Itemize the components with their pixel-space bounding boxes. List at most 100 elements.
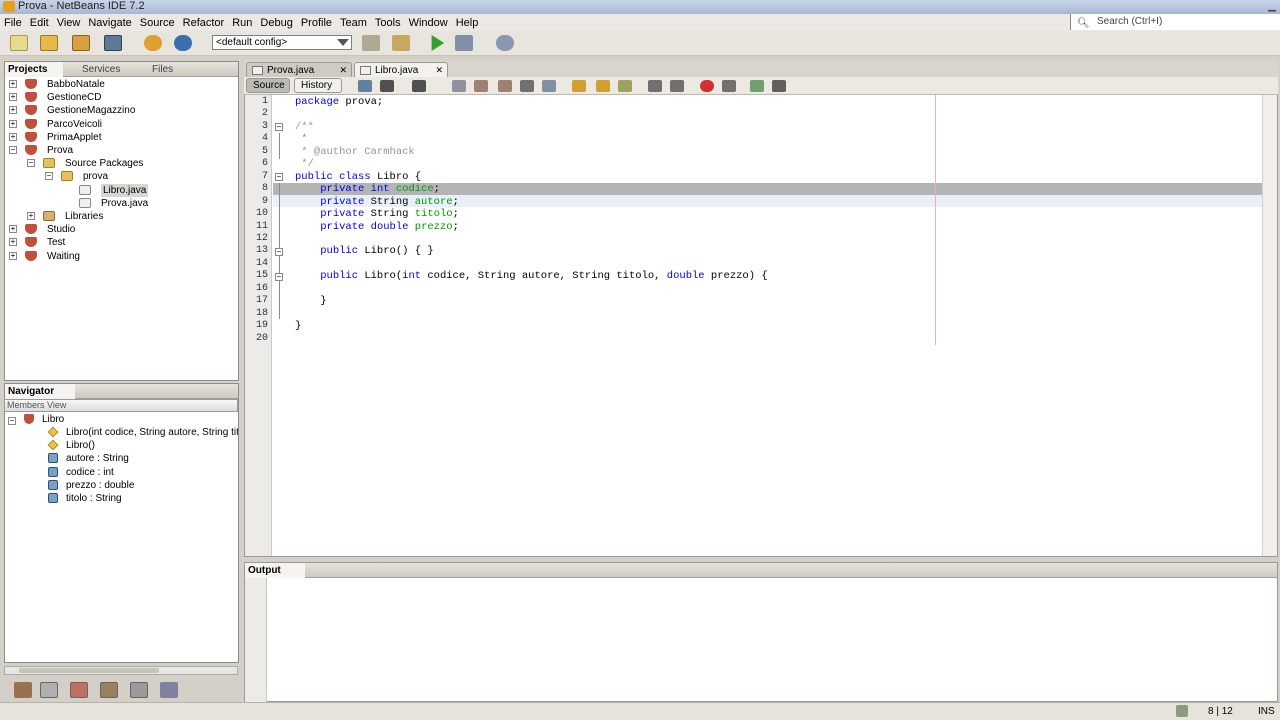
tree-item[interactable]: − Prova: [5, 144, 235, 157]
redo-icon[interactable]: [174, 35, 192, 51]
tree-item[interactable]: + BabboNatale: [5, 78, 235, 91]
members-view-select[interactable]: Members View: [4, 399, 238, 412]
prev-bookmark-icon[interactable]: [572, 80, 586, 92]
shift-right-icon[interactable]: [670, 80, 684, 92]
back-icon[interactable]: [380, 80, 394, 92]
expand-icon[interactable]: +: [9, 225, 17, 234]
shift-left-icon[interactable]: [648, 80, 662, 92]
navigator-root-class[interactable]: Libro: [4, 413, 238, 426]
menu-profile[interactable]: Profile: [301, 17, 332, 29]
tab-files[interactable]: Files: [149, 62, 201, 77]
navigator-member[interactable]: autore : String: [4, 452, 238, 465]
sort-icon[interactable]: [160, 682, 178, 698]
tab-projects[interactable]: Projects: [5, 62, 63, 77]
menu-window[interactable]: Window: [409, 17, 448, 29]
close-icon[interactable]: ✕: [339, 63, 347, 78]
notification-icon[interactable]: [1176, 705, 1188, 717]
build-icon[interactable]: [362, 35, 380, 51]
show-inherited-icon[interactable]: [130, 682, 148, 698]
tree-item[interactable]: + Waiting: [5, 250, 235, 263]
menu-refactor[interactable]: Refactor: [183, 17, 225, 29]
menu-navigate[interactable]: Navigate: [88, 17, 131, 29]
new-file-icon[interactable]: [10, 35, 28, 51]
tab-output[interactable]: Output: [245, 563, 305, 578]
navigator-horizontal-scrollbar[interactable]: [4, 666, 238, 675]
minimize-icon[interactable]: ▁: [1268, 0, 1276, 13]
show-static-icon[interactable]: [70, 682, 88, 698]
navigator-member[interactable]: Libro(): [4, 439, 238, 452]
show-fields-icon[interactable]: [40, 682, 58, 698]
config-select[interactable]: <default config>: [212, 35, 352, 50]
tab-prova-java[interactable]: Prova.java ✕: [246, 62, 352, 77]
menu-edit[interactable]: Edit: [30, 17, 49, 29]
tree-item[interactable]: + Test: [5, 236, 235, 249]
stop-macro-icon[interactable]: [722, 80, 736, 92]
comment-icon[interactable]: [750, 80, 764, 92]
expand-icon[interactable]: +: [9, 251, 17, 260]
expand-icon[interactable]: +: [9, 93, 17, 102]
expand-icon[interactable]: +: [27, 212, 35, 220]
navigator-member[interactable]: prezzo : double: [4, 479, 238, 492]
find-icon[interactable]: [452, 80, 466, 92]
navigator-member[interactable]: codice : int: [4, 466, 238, 479]
fold-toggle[interactable]: −: [275, 273, 283, 281]
fold-toggle[interactable]: −: [275, 123, 283, 131]
collapse-icon[interactable]: −: [27, 159, 35, 168]
tree-item[interactable]: Prova.java: [5, 197, 235, 210]
menu-tools[interactable]: Tools: [375, 17, 401, 29]
menu-help[interactable]: Help: [456, 17, 479, 29]
history-view-button[interactable]: History: [294, 78, 342, 93]
debug-icon[interactable]: [455, 35, 473, 51]
forward-icon[interactable]: [412, 80, 426, 92]
editor-vertical-scrollbar[interactable]: [1262, 95, 1277, 556]
expand-icon[interactable]: +: [9, 106, 17, 115]
clean-build-icon[interactable]: [392, 35, 410, 51]
menu-run[interactable]: Run: [232, 17, 252, 29]
expand-icon[interactable]: +: [9, 80, 17, 88]
source-view-button[interactable]: Source: [246, 78, 290, 93]
tree-item[interactable]: + Studio: [5, 223, 235, 236]
find-next-icon[interactable]: [498, 80, 512, 92]
toggle-bookmark-icon[interactable]: [618, 80, 632, 92]
tree-item[interactable]: + GestioneCD: [5, 91, 235, 104]
next-bookmark-icon[interactable]: [596, 80, 610, 92]
menu-debug[interactable]: Debug: [260, 17, 292, 29]
profile-icon[interactable]: [496, 35, 514, 51]
collapse-icon[interactable]: −: [45, 172, 53, 181]
tree-item[interactable]: − Source Packages: [5, 157, 235, 170]
find-previous-icon[interactable]: [474, 80, 488, 92]
expand-icon[interactable]: +: [9, 238, 17, 247]
open-project-icon[interactable]: [72, 35, 90, 51]
menu-source[interactable]: Source: [140, 17, 175, 29]
toggle-highlight-icon[interactable]: [520, 80, 534, 92]
collapse-icon[interactable]: −: [9, 146, 17, 154]
save-all-icon[interactable]: [104, 35, 122, 51]
tree-item[interactable]: Libro.java: [5, 183, 235, 197]
menu-team[interactable]: Team: [340, 17, 367, 29]
tree-item[interactable]: + PrimaApplet: [5, 131, 235, 144]
expand-icon[interactable]: +: [9, 132, 17, 141]
search-input[interactable]: 🔍︎ Search (Ctrl+I): [1070, 14, 1280, 30]
tab-services[interactable]: Services: [79, 62, 139, 77]
tab-navigator[interactable]: Navigator: [5, 384, 75, 399]
filter-icon[interactable]: [14, 682, 32, 698]
tree-item[interactable]: + GestioneMagazzino: [5, 104, 235, 117]
uncomment-icon[interactable]: [772, 80, 786, 92]
undo-icon[interactable]: [144, 35, 162, 51]
toggle-rect-icon[interactable]: [542, 80, 556, 92]
new-project-icon[interactable]: [40, 35, 58, 51]
start-macro-icon[interactable]: [700, 80, 714, 92]
code-editor[interactable]: 1 2 3 4 5 6 7 8 9 10 11 12 13 14 15 16 17 18 19 20 − − − − …: [244, 95, 1278, 557]
tab-libro-java[interactable]: Libro.java ✕: [354, 62, 448, 77]
run-icon[interactable]: [431, 35, 445, 51]
menu-file[interactable]: File: [4, 17, 22, 29]
tree-item[interactable]: + Libraries: [5, 210, 235, 223]
close-icon[interactable]: ✕: [435, 63, 443, 78]
fold-toggle[interactable]: −: [275, 173, 283, 181]
navigator-member[interactable]: titolo : String: [4, 492, 238, 505]
fold-toggle[interactable]: −: [275, 248, 283, 256]
expand-icon[interactable]: +: [9, 119, 17, 128]
menu-view[interactable]: View: [57, 17, 81, 29]
show-nonpublic-icon[interactable]: [100, 682, 118, 698]
tree-item[interactable]: + ParcoVeicoli: [5, 118, 235, 131]
